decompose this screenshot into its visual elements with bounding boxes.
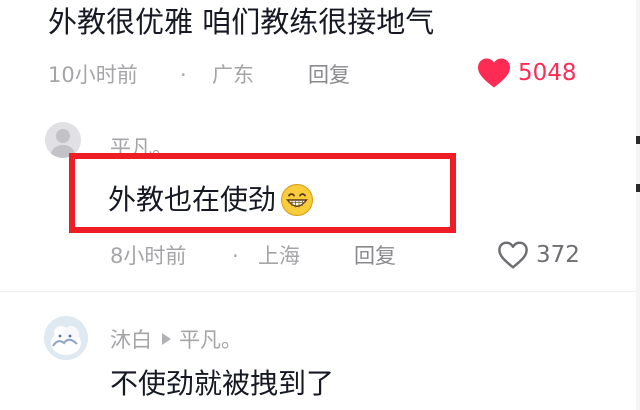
scrollbar-mark [636,136,640,144]
heart-filled-icon [478,58,510,88]
reply-button[interactable]: 回复 [354,242,396,270]
reply-header: 沐白 平凡。 [110,324,242,354]
reply-target-username[interactable]: 平凡。 [179,324,242,354]
meta-separator: · [232,244,239,268]
user-avatar-icon [44,316,88,360]
triangle-right-icon [162,333,171,345]
divider [0,291,636,292]
meta-separator: · [180,63,187,87]
comment-section: 外教很优雅 咱们教练很接地气 10小时前 · 广东 回复 5048 平凡。 外教… [0,0,640,410]
avatar[interactable] [44,316,88,360]
scrollbar-mark [636,184,640,192]
comment-location: 广东 [212,63,254,87]
reply-text: 不使劲就被拽到了 [110,367,335,400]
like-count: 5048 [518,60,577,86]
reply-username[interactable]: 沐白 [110,324,152,354]
comment-text: 外教很优雅 咱们教练很接地气 [48,5,435,39]
scrollbar-track[interactable] [636,0,640,410]
reply-timestamp: 8小时前 [110,244,187,268]
like-button[interactable]: 5048 [476,56,577,90]
like-button[interactable]: 372 [496,238,580,272]
highlight-box [69,153,456,233]
like-count: 372 [536,242,580,268]
heart-outline-icon [498,241,528,269]
comment-timestamp: 10小时前 [48,63,138,87]
reply-location: 上海 [258,244,300,268]
reply-button[interactable]: 回复 [308,61,350,89]
